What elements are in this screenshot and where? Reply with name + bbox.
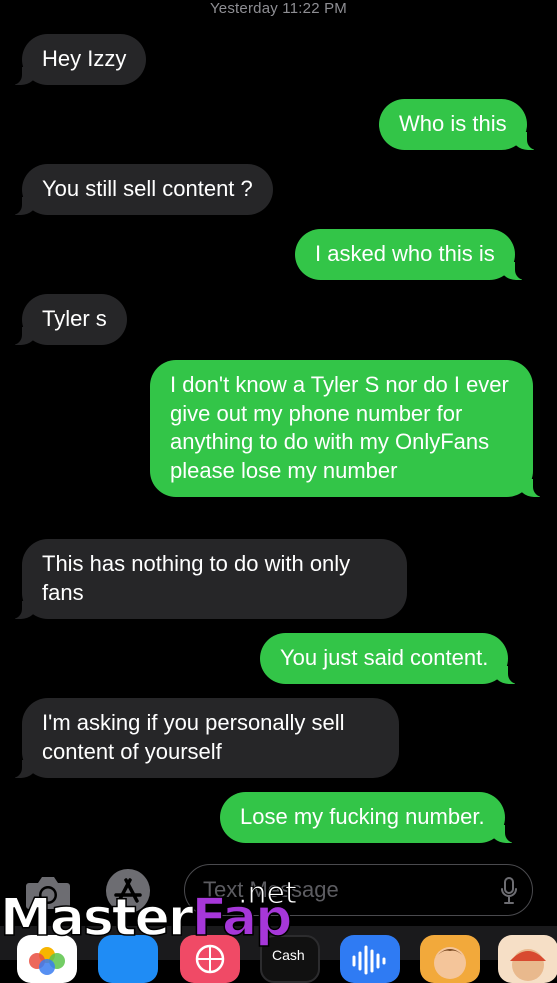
watermark-part-master: Master	[0, 887, 194, 949]
message-text: Tyler s	[42, 306, 107, 331]
memoji-face-icon	[434, 947, 466, 979]
message-text: This has nothing to do with only fans	[42, 551, 351, 605]
message-text: Who is this	[399, 111, 507, 136]
message-bubble-incoming[interactable]: Hey Izzy	[7, 34, 147, 85]
message-bubble-outgoing[interactable]: You just said content.	[260, 633, 523, 684]
message-bubble-incoming[interactable]: Tyler s	[8, 294, 127, 345]
message-text: Hey Izzy	[42, 46, 127, 71]
message-bubble-outgoing[interactable]: I asked who this is	[295, 229, 529, 280]
cash-app-label: Cash	[272, 947, 305, 963]
waveform-icon	[352, 945, 386, 975]
watermark-suffix: .net	[238, 876, 298, 912]
animoji-app-icon[interactable]	[498, 935, 557, 983]
message-text: I'm asking if you personally sell conten…	[42, 710, 345, 764]
message-text: I asked who this is	[315, 241, 495, 266]
animoji-face-icon	[510, 949, 546, 981]
memoji-app-icon[interactable]	[420, 935, 480, 983]
message-bubble-outgoing[interactable]: I don't know a Tyler S nor do I ever giv…	[150, 360, 547, 497]
message-bubble-incoming[interactable]: I'm asking if you personally sell conten…	[8, 698, 399, 778]
conversation-timestamp: Yesterday 11:22 PM	[209, 0, 348, 17]
message-text: You still sell content ?	[42, 176, 253, 201]
message-bubble-incoming[interactable]: This has nothing to do with only fans	[8, 539, 407, 619]
message-bubble-outgoing[interactable]: Who is this	[379, 99, 541, 150]
message-text: I don't know a Tyler S nor do I ever giv…	[170, 372, 509, 483]
audio-message-app-icon[interactable]	[340, 935, 400, 983]
message-text: Lose my fucking number.	[240, 804, 485, 829]
microphone-button[interactable]	[500, 877, 518, 910]
microphone-icon	[501, 877, 517, 904]
message-bubble-incoming[interactable]: You still sell content ?	[8, 164, 273, 215]
message-bubble-outgoing[interactable]: Lose my fucking number.	[220, 792, 519, 843]
message-text: You just said content.	[280, 645, 489, 670]
